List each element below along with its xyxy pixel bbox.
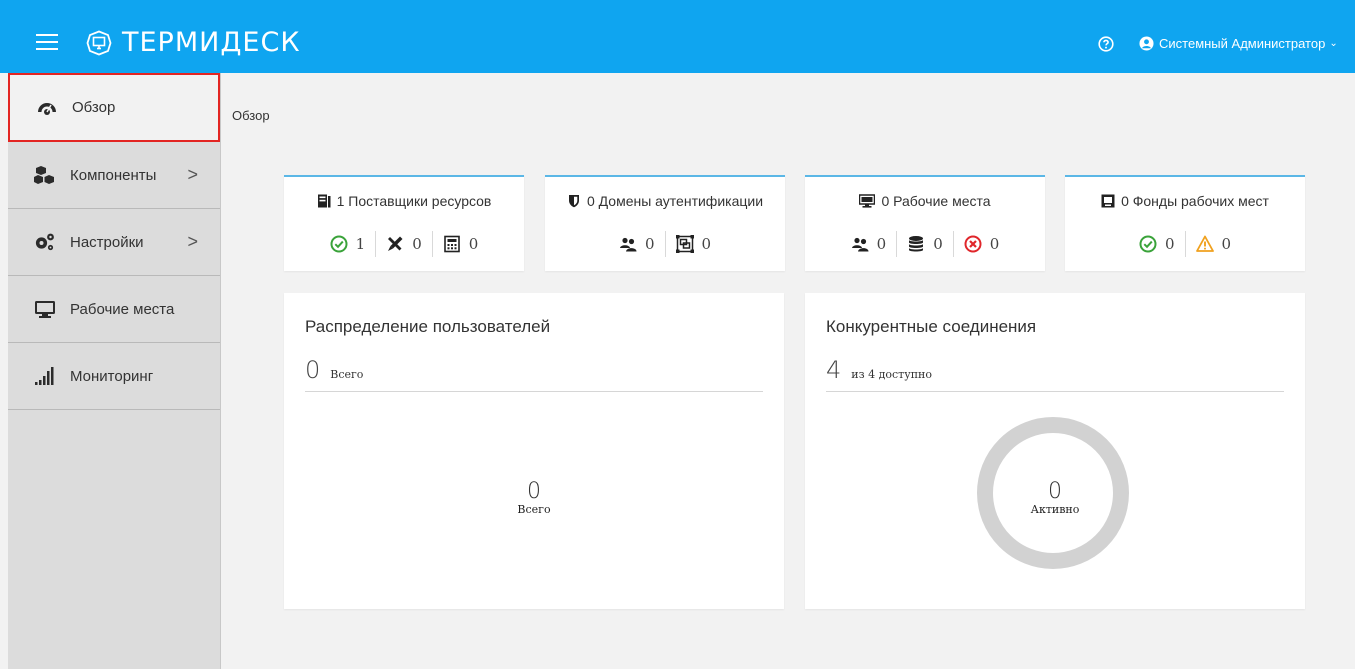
dashboard-gauge-icon: [36, 98, 58, 118]
pool-icon: [1101, 194, 1115, 208]
signal-bars-icon: [34, 366, 56, 386]
sidebar-item-label: Мониторинг: [70, 367, 154, 385]
stat-value: 0: [1164, 235, 1175, 253]
chevron-right-icon: >: [187, 231, 198, 252]
stat-value: 0: [701, 235, 712, 253]
breadcrumb: Обзор: [232, 108, 270, 123]
stat-value: 0: [468, 235, 479, 253]
user-avatar-icon: [1139, 36, 1154, 51]
stat-errors[interactable]: 0: [952, 231, 1010, 257]
hamburger-menu-icon[interactable]: [36, 34, 58, 50]
sidebar-item-workplaces[interactable]: Рабочие места: [8, 276, 220, 343]
termidesk-logo-icon: [86, 30, 112, 55]
stat-card-auth-domains[interactable]: 0 Домены аутентификации 0 0: [545, 175, 785, 271]
check-circle-icon: [1139, 235, 1157, 253]
chevron-right-icon: >: [187, 164, 198, 185]
object-group-icon: [675, 235, 694, 253]
stat-card-title: 1 Поставщики ресурсов: [336, 193, 492, 209]
panel-summary: 0 Всего: [305, 356, 363, 384]
stat-value: 0: [644, 235, 655, 253]
divider: [826, 391, 1284, 392]
stat-value: 0: [1221, 235, 1232, 253]
connections-available-label: из 4 доступно: [851, 368, 933, 381]
top-bar: ТЕРМИДЕСК Системный Администратор ⌄: [0, 0, 1355, 73]
center-label: Всего: [517, 503, 551, 516]
users-total-label: Всего: [330, 368, 364, 381]
concurrent-connections-panel: Конкурентные соединения 4 из 4 доступно …: [805, 293, 1305, 609]
gears-icon: [34, 232, 56, 252]
stat-value: 0: [412, 235, 422, 253]
users-chart-center: 0 Всего: [474, 479, 594, 517]
stat-users[interactable]: 0: [841, 231, 897, 257]
sidebar-item-label: Рабочие места: [70, 300, 175, 318]
panel-title: Распределение пользователей: [305, 317, 551, 336]
stat-value: 0: [989, 235, 1000, 253]
stat-groups[interactable]: 0: [664, 231, 722, 257]
stat-row: 0 0 0: [805, 231, 1045, 257]
stat-users[interactable]: 0: [609, 231, 665, 257]
calculator-icon: [443, 235, 460, 253]
stat-value: 0: [933, 235, 943, 253]
brand-name: ТЕРМИДЕСК: [122, 27, 301, 58]
stat-card-title-row: 0 Фонды рабочих мест: [1065, 193, 1305, 209]
user-menu[interactable]: Системный Администратор ⌄: [1139, 36, 1338, 51]
sidebar-item-monitoring[interactable]: Мониторинг: [8, 343, 220, 410]
sidebar-item-label: Обзор: [72, 99, 116, 116]
user-name: Системный Администратор: [1159, 36, 1326, 51]
stat-warnings[interactable]: 0: [1184, 231, 1242, 257]
server-icon: [317, 194, 331, 208]
stat-card-title-row: 0 Рабочие места: [805, 193, 1045, 209]
stat-card-title: 0 Домены аутентификации: [586, 193, 764, 209]
stat-value: 0: [876, 235, 887, 253]
center-value: 0: [527, 479, 541, 504]
panel-title: Конкурентные соединения: [826, 317, 1037, 336]
cubes-icon: [34, 165, 56, 185]
users-total: 0: [305, 356, 321, 384]
warning-icon: [1195, 235, 1214, 252]
divider: [305, 391, 763, 392]
stat-active[interactable]: 1: [320, 231, 376, 257]
stat-database[interactable]: 0: [896, 231, 953, 257]
stat-card-title: 0 Рабочие места: [881, 193, 991, 209]
sidebar-item-label: Компоненты: [70, 166, 157, 184]
desktop-icon: [859, 194, 876, 208]
monitor-icon: [34, 299, 56, 319]
users-icon: [619, 237, 637, 252]
stat-maintenance[interactable]: 0: [375, 231, 432, 257]
center-value: 0: [1048, 479, 1062, 504]
stat-card-resource-providers[interactable]: 1 Поставщики ресурсов 1 0 0: [284, 175, 524, 271]
stat-active[interactable]: 0: [1129, 231, 1185, 257]
sidebar-item-settings[interactable]: Настройки >: [8, 209, 220, 276]
error-circle-icon: [964, 235, 982, 253]
stat-card-title: 0 Фонды рабочих мест: [1121, 193, 1269, 209]
stat-value: 1: [355, 235, 366, 253]
shield-icon: [568, 195, 579, 208]
stat-row: 0 0: [1065, 231, 1305, 257]
stat-card-workplaces[interactable]: 0 Рабочие места 0 0 0: [805, 175, 1045, 271]
stat-card-workplace-pools[interactable]: 0 Фонды рабочих мест 0 0: [1065, 175, 1305, 271]
stat-row: 0 0: [545, 231, 785, 257]
users-distribution-panel: Распределение пользователей 0 Всего 0 Вс…: [284, 293, 784, 609]
stat-card-title-row: 0 Домены аутентификации: [545, 193, 785, 209]
database-icon: [909, 236, 924, 252]
sidebar-item-label: Настройки: [70, 233, 144, 251]
panel-summary: 4 из 4 доступно: [826, 356, 932, 384]
help-icon[interactable]: [1098, 36, 1114, 52]
brand-logo[interactable]: ТЕРМИДЕСК: [86, 27, 301, 58]
connections-value: 4: [826, 356, 842, 384]
check-circle-icon: [330, 235, 348, 253]
sidebar-item-components[interactable]: Компоненты >: [8, 142, 220, 209]
sidebar-item-overview[interactable]: Обзор: [8, 73, 220, 142]
users-icon: [851, 237, 869, 252]
stat-row: 1 0 0: [284, 231, 524, 257]
stat-card-title-row: 1 Поставщики ресурсов: [284, 193, 524, 209]
sidebar: Обзор Компоненты > Настройки > Рабочие м…: [8, 73, 221, 669]
tools-icon: [388, 236, 403, 251]
chevron-down-icon: ⌄: [1329, 38, 1338, 49]
stat-other[interactable]: 0: [431, 231, 489, 257]
center-label: Активно: [1030, 503, 1080, 516]
connections-chart-center: 0 Активно: [995, 479, 1115, 517]
